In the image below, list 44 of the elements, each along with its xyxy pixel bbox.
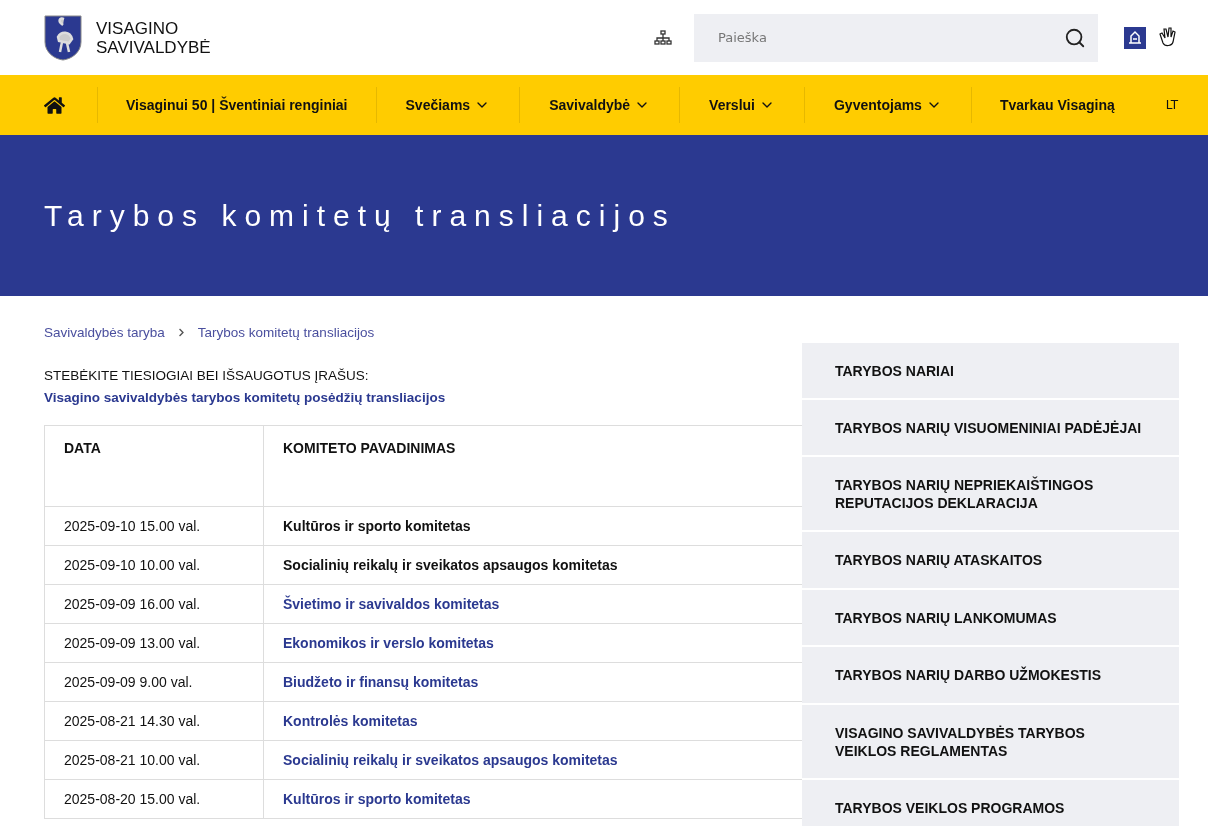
breadcrumb-link[interactable]: Tarybos komitetų transliacijos xyxy=(197,325,375,340)
sidebar-menu-item[interactable]: TARYBOS NARIŲ NEPRIEKAIŠTINGOS REPUTACIJOS DEKLARACIJA xyxy=(802,457,1179,532)
table-cell: 2025-09-09 9.00 val. xyxy=(45,663,264,701)
nav-menu-item[interactable]: Savivaldybė xyxy=(519,87,680,123)
nav-menu-item[interactable]: Visaginui 50 | Šventiniai renginiai xyxy=(97,87,376,123)
table-cell: 2025-08-21 14.30 val. xyxy=(45,702,264,740)
intro-text: STEBĖKITE TIESIOGIAI BEI IŠSAUGOTUS ĮRAŠUS: Visagino savivaldybės tarybos komitetų posėdžių transliacijos xyxy=(44,367,447,407)
column-header: DATA xyxy=(45,426,264,506)
table-cell: 2025-08-21 10.00 val. xyxy=(45,741,264,779)
table-cell: 2025-09-09 16.00 val. xyxy=(45,585,264,623)
nav-menu-item[interactable]: Gyventojams xyxy=(804,87,971,123)
committee-link[interactable]: Socialinių reikalų ir sveikatos apsaugos komitetas xyxy=(283,752,618,768)
sidebar-menu-item[interactable]: TARYBOS VEIKLOS PROGRAMOS xyxy=(802,780,1179,826)
committee-name: Socialinių reikalų ir sveikatos apsaugos komitetas xyxy=(283,557,618,573)
search-icon[interactable] xyxy=(1064,26,1086,49)
sidebar-menu-item[interactable]: VISAGINO SAVIVALDYBĖS TARYBOS VEIKLOS REGLAMENTAS xyxy=(802,705,1179,780)
table-cell: 2025-08-20 15.00 val. xyxy=(45,780,264,818)
chevron-right-icon xyxy=(176,328,186,337)
committee-link[interactable]: Švietimo ir savivaldos komitetas xyxy=(283,596,500,612)
committee-link[interactable]: Ekonomikos ir verslo komitetas xyxy=(283,635,494,651)
page-title: Tarybos komitetų transliacijos xyxy=(44,198,676,233)
sidebar-menu-item[interactable]: TARYBOS NARIŲ LANKOMUMAS xyxy=(802,590,1179,647)
breadcrumb-link[interactable]: Savivaldybės taryba xyxy=(44,325,165,340)
column-header: KOMITETO PAVADINIMAS xyxy=(282,439,457,458)
sidebar-menu-item[interactable]: TARYBOS NARIAI xyxy=(802,343,1179,400)
sidebar-menu-item[interactable]: TARYBOS NARIŲ DARBO UŽMOKESTIS xyxy=(802,647,1179,705)
committee-name: Kultūros ir sporto komitetas xyxy=(283,518,471,534)
sitemap-icon[interactable] xyxy=(654,30,672,45)
table-cell: 2025-09-10 10.00 val. xyxy=(45,546,264,584)
table-cell: 2025-09-10 15.00 val. xyxy=(45,507,264,545)
nav-menu-item[interactable]: Tvarkau Visaginą xyxy=(970,87,1143,123)
municipality-name[interactable]: VISAGINO SAVIVALDYBĖ xyxy=(96,18,211,57)
coat-of-arms-logo[interactable] xyxy=(44,14,82,61)
nav-menu-item[interactable]: Svečiams xyxy=(375,87,520,123)
nav-menu-item[interactable]: Verslui xyxy=(679,87,804,123)
table-cell: 2025-09-09 13.00 val. xyxy=(45,624,264,662)
language-switch[interactable]: LT xyxy=(1165,98,1178,112)
broadcasts-link[interactable]: Visagino savivaldybės tarybos komitetų posėdžių transliacijos xyxy=(44,390,446,405)
sidebar-menu-item[interactable]: TARYBOS NARIŲ VISUOMENINIAI PADĖJĖJAI xyxy=(802,400,1179,457)
sidebar-menu-item[interactable]: TARYBOS NARIŲ ATASKAITOS xyxy=(802,532,1179,590)
committee-link[interactable]: Kontrolės komitetas xyxy=(283,713,418,729)
committee-link[interactable]: Kultūros ir sporto komitetas xyxy=(283,791,471,807)
committee-link[interactable]: Biudžeto ir finansų komitetas xyxy=(283,674,479,690)
search-field[interactable]: Paieška xyxy=(694,13,1098,62)
